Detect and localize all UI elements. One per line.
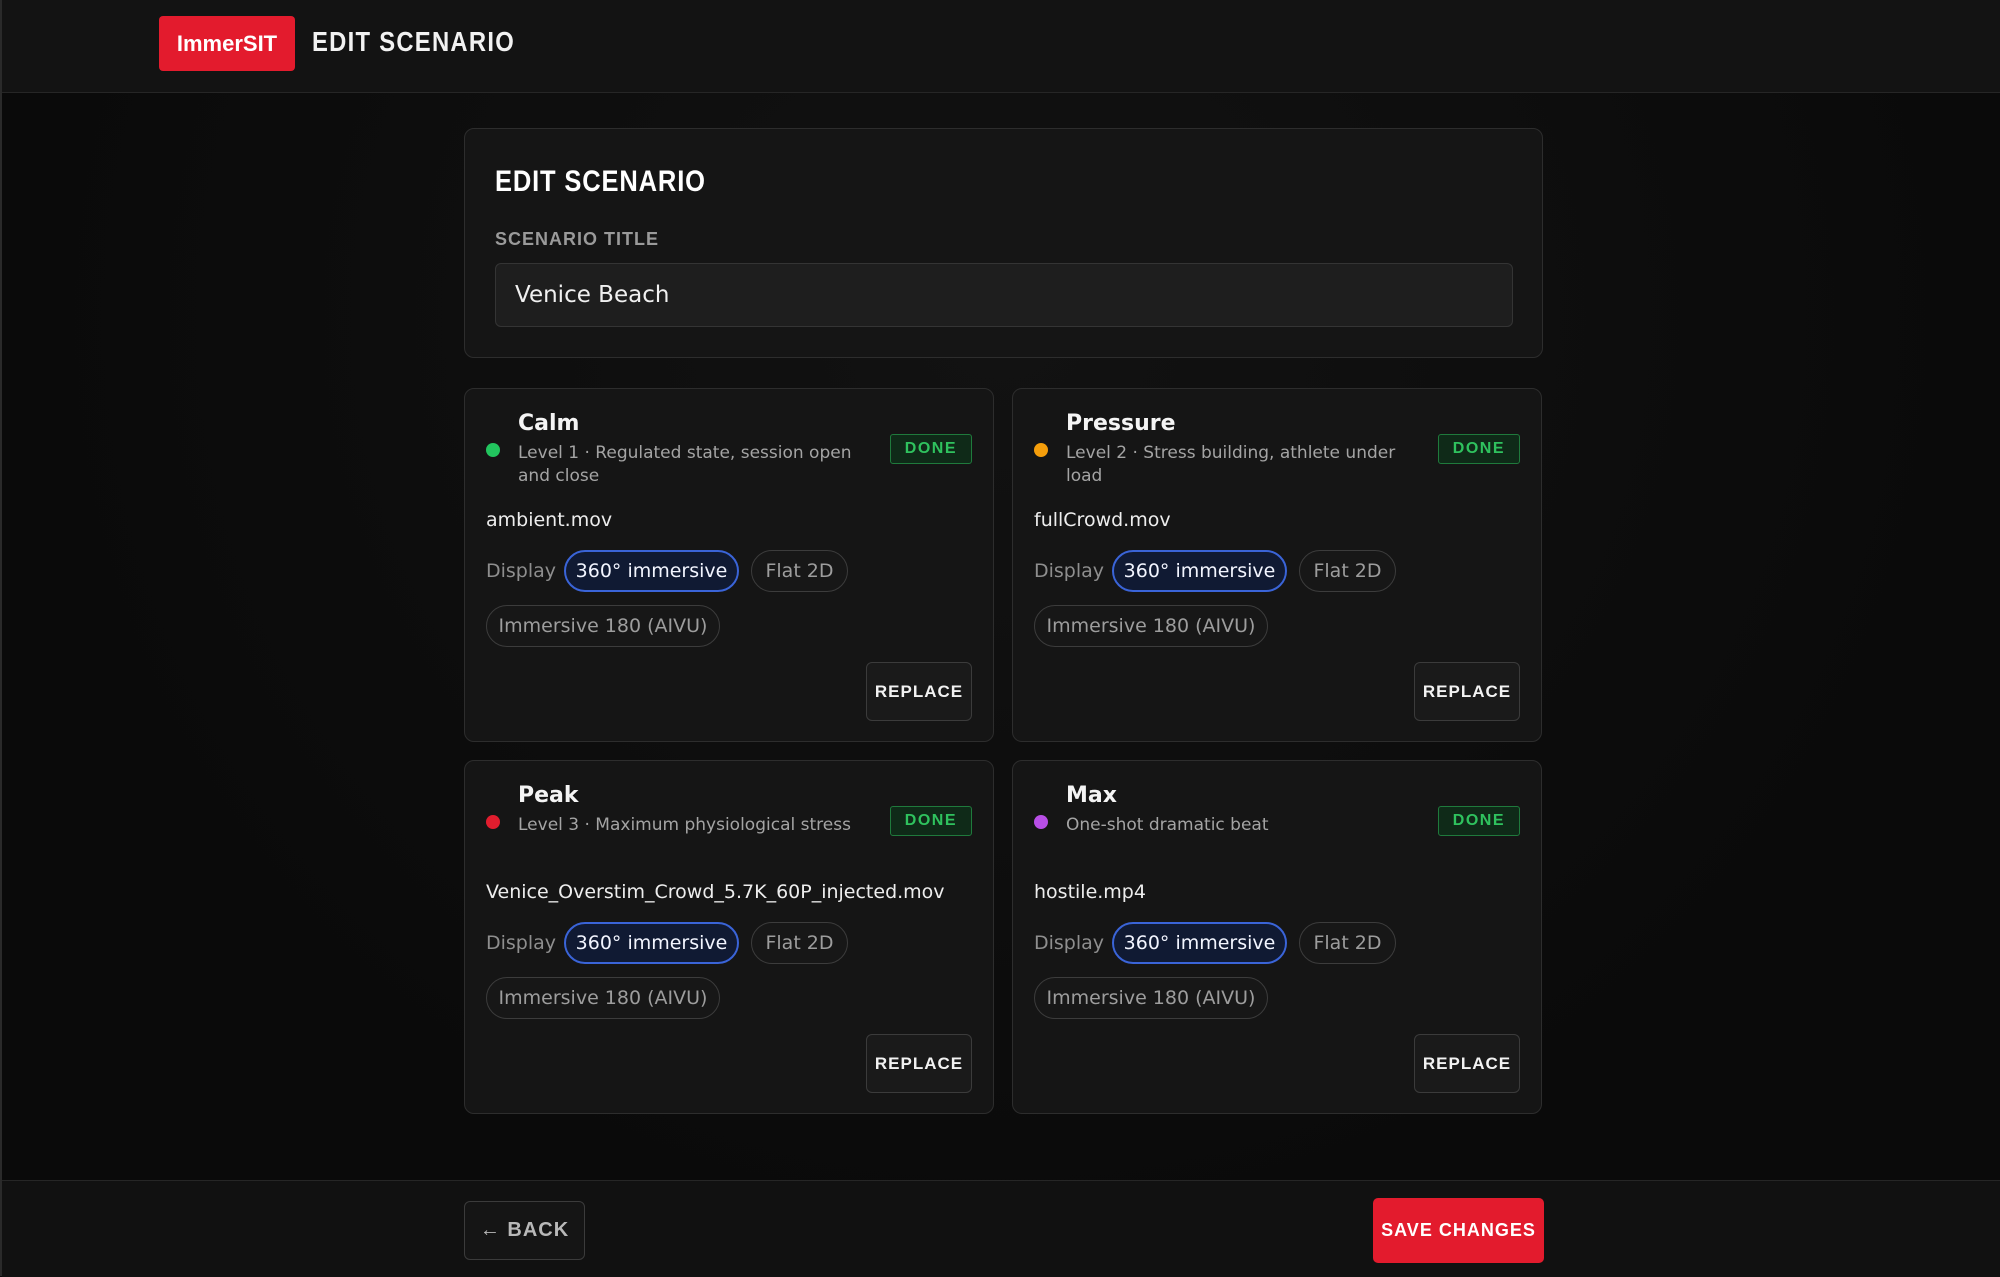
scenario-title-input[interactable] bbox=[495, 263, 1513, 327]
app-frame: ImmerSIT EDIT SCENARIO EDIT SCENARIO SCE… bbox=[0, 0, 2000, 1277]
back-button[interactable]: ← BACK bbox=[464, 1201, 585, 1260]
status-badge: DONE bbox=[1437, 434, 1520, 464]
replace-button[interactable]: REPLACE bbox=[1414, 662, 1520, 721]
display-label: Display bbox=[1034, 560, 1105, 582]
form-heading: EDIT SCENARIO bbox=[495, 165, 706, 198]
level-name: Pressure bbox=[1066, 411, 1176, 436]
replace-button[interactable]: REPLACE bbox=[866, 662, 972, 721]
display-option-180-aivu[interactable]: Immersive 180 (AIVU) bbox=[486, 605, 720, 647]
display-label: Display bbox=[486, 932, 557, 954]
replace-button[interactable]: REPLACE bbox=[866, 1034, 972, 1093]
level-card-pressure: Pressure Level 2 · Stress building, athl… bbox=[1012, 388, 1542, 742]
display-label: Display bbox=[486, 560, 557, 582]
display-option-360[interactable]: 360° immersive bbox=[564, 550, 739, 592]
display-option-180-aivu[interactable]: Immersive 180 (AIVU) bbox=[486, 977, 720, 1019]
top-bar: ImmerSIT EDIT SCENARIO bbox=[2, 0, 2000, 93]
status-badge: DONE bbox=[889, 434, 972, 464]
page-title: EDIT SCENARIO bbox=[312, 26, 516, 57]
display-option-flat-2d[interactable]: Flat 2D bbox=[1299, 550, 1396, 592]
display-option-180-aivu[interactable]: Immersive 180 (AIVU) bbox=[1034, 605, 1268, 647]
media-filename: ambient.mov bbox=[486, 509, 613, 531]
display-option-360[interactable]: 360° immersive bbox=[564, 922, 739, 964]
status-badge: DONE bbox=[889, 806, 972, 836]
level-status-dot bbox=[486, 443, 500, 457]
level-description: Level 3 · Maximum physiological stress bbox=[518, 815, 851, 835]
brand-logo[interactable]: ImmerSIT bbox=[159, 16, 295, 71]
level-status-dot bbox=[1034, 815, 1048, 829]
status-badge: DONE bbox=[1437, 806, 1520, 836]
display-option-180-aivu[interactable]: Immersive 180 (AIVU) bbox=[1034, 977, 1268, 1019]
level-name: Max bbox=[1066, 783, 1117, 808]
bottom-action-bar: ← BACK SAVE CHANGES bbox=[2, 1180, 2000, 1277]
media-filename: hostile.mp4 bbox=[1034, 881, 1146, 903]
display-option-flat-2d[interactable]: Flat 2D bbox=[1299, 922, 1396, 964]
level-description: Level 2 · Stress building, athlete under… bbox=[1066, 443, 1396, 486]
level-name: Calm bbox=[518, 411, 580, 436]
replace-button[interactable]: REPLACE bbox=[1414, 1034, 1520, 1093]
display-label: Display bbox=[1034, 932, 1105, 954]
media-filename: Venice_Overstim_Crowd_5.7K_60P_injected.… bbox=[486, 881, 945, 903]
level-card-calm: Calm Level 1 · Regulated state, session … bbox=[464, 388, 994, 742]
scenario-title-panel: EDIT SCENARIO SCENARIO TITLE bbox=[464, 128, 1543, 358]
save-changes-button[interactable]: SAVE CHANGES bbox=[1373, 1198, 1544, 1263]
media-filename: fullCrowd.mov bbox=[1034, 509, 1171, 531]
level-description: Level 1 · Regulated state, session open … bbox=[518, 443, 852, 486]
level-card-max: Max One-shot dramatic beat DONE hostile.… bbox=[1012, 760, 1542, 1114]
level-status-dot bbox=[486, 815, 500, 829]
level-description: One-shot dramatic beat bbox=[1066, 815, 1269, 835]
display-option-flat-2d[interactable]: Flat 2D bbox=[751, 550, 848, 592]
display-option-360[interactable]: 360° immersive bbox=[1112, 550, 1287, 592]
level-card-peak: Peak Level 3 · Maximum physiological str… bbox=[464, 760, 994, 1114]
display-option-flat-2d[interactable]: Flat 2D bbox=[751, 922, 848, 964]
scenario-title-label: SCENARIO TITLE bbox=[495, 229, 660, 249]
display-option-360[interactable]: 360° immersive bbox=[1112, 922, 1287, 964]
level-status-dot bbox=[1034, 443, 1048, 457]
level-name: Peak bbox=[518, 783, 579, 808]
